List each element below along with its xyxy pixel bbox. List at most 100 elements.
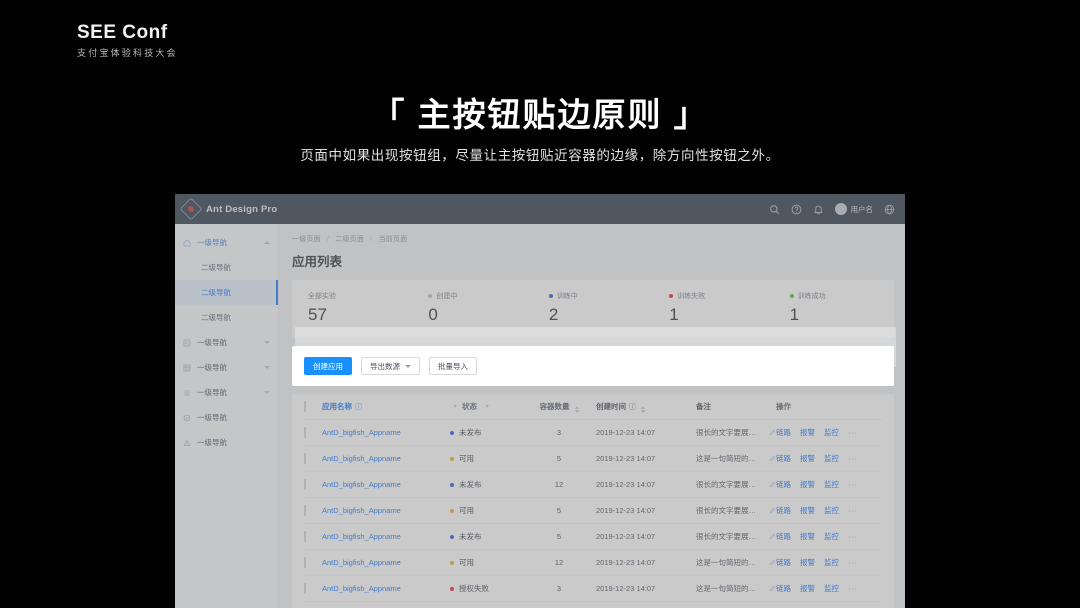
row-app-name[interactable]: AntD_bigfish_Appname [322, 532, 450, 541]
row-checkbox-cell[interactable] [304, 584, 322, 593]
edit-icon[interactable] [769, 585, 776, 592]
row-app-name[interactable]: AntD_bigfish_Appname [322, 428, 450, 437]
edit-icon[interactable] [769, 429, 776, 436]
table-row[interactable]: AntD_bigfish_Appname未发布32019-12-23 14:07… [304, 420, 882, 446]
row-app-name[interactable]: AntD_bigfish_Appname [322, 480, 450, 489]
row-checkbox-cell[interactable] [304, 428, 322, 437]
sidebar-item-6[interactable]: 一级导航 [175, 380, 278, 405]
table-row[interactable]: AntD_bigfish_Appname未发布52019-12-23 14:07… [304, 524, 882, 550]
export-data-button[interactable]: 导出数源 [361, 357, 420, 375]
sidebar-item-label: 二级导航 [201, 262, 231, 273]
row-checkbox-cell[interactable] [304, 506, 322, 515]
edit-icon[interactable] [769, 559, 776, 566]
row-action-monitor[interactable]: 监控 [824, 583, 839, 594]
edit-icon[interactable] [769, 455, 776, 462]
table-row[interactable]: AntD_bigfish_Appname可用52019-12-23 14:07很… [304, 498, 882, 524]
checkbox[interactable] [304, 401, 306, 412]
breadcrumb-item-1[interactable]: 二级页面 [335, 236, 364, 243]
row-action-monitor[interactable]: 监控 [824, 453, 839, 464]
sort-icon[interactable] [641, 406, 645, 413]
row-checkbox-cell[interactable] [304, 480, 322, 489]
row-action-link[interactable]: 链路 [776, 531, 791, 542]
sidebar-item-5[interactable]: 一级导航 [175, 355, 278, 380]
sidebar-item-7[interactable]: 一级导航 [175, 405, 278, 430]
help-circle-icon[interactable]: ⓘ [355, 404, 362, 411]
row-app-name[interactable]: AntD_bigfish_Appname [322, 584, 450, 593]
sidebar-item-4[interactable]: 一级导航 [175, 330, 278, 355]
table-row[interactable]: AntD_bigfish_Appname未发布122019-12-23 14:0… [304, 472, 882, 498]
row-action-monitor[interactable]: 监控 [824, 427, 839, 438]
row-checkbox-cell[interactable] [304, 532, 322, 541]
row-checkbox-cell[interactable] [304, 558, 322, 567]
checkbox[interactable] [304, 531, 306, 542]
filter-icon[interactable] [485, 405, 489, 408]
row-action-monitor[interactable]: 监控 [824, 505, 839, 516]
edit-icon[interactable] [769, 533, 776, 540]
breadcrumb-item-0[interactable]: 一级页面 [292, 236, 321, 243]
row-action-alarm[interactable]: 报警 [800, 583, 815, 594]
sidebar-item-2[interactable]: 二级导航 [175, 280, 278, 305]
table-row[interactable]: AntD_bigfish_Appname可用52019-12-23 14:07这… [304, 446, 882, 472]
edit-icon[interactable] [769, 507, 776, 514]
row-checkbox-cell[interactable] [304, 454, 322, 463]
row-action-link[interactable]: 链路 [776, 453, 791, 464]
help-circle-icon[interactable]: ⓘ [629, 404, 636, 411]
checkbox[interactable] [304, 453, 306, 464]
create-app-button[interactable]: 创建应用 [304, 357, 352, 375]
sort-icon[interactable] [575, 406, 579, 413]
checkbox[interactable] [304, 505, 306, 516]
row-container-count: 5 [522, 532, 596, 541]
sidebar-item-0[interactable]: 一级导航 [175, 230, 278, 255]
row-more-icon[interactable]: ··· [848, 428, 857, 437]
row-more-icon[interactable]: ··· [848, 532, 857, 541]
row-action-link[interactable]: 链路 [776, 479, 791, 490]
batch-import-button[interactable]: 批量导入 [429, 357, 477, 375]
row-container-count: 12 [522, 558, 596, 567]
row-more-icon[interactable]: ··· [848, 506, 857, 515]
row-created-time: 2019-12-23 14:07 [596, 584, 696, 593]
row-more-icon[interactable]: ··· [848, 480, 857, 489]
header-ops: 操作 [776, 401, 882, 412]
sidebar-item-1[interactable]: 二级导航 [175, 255, 278, 280]
table-row[interactable]: AntD_bigfish_Appname不可用52019-12-23 14:07… [304, 602, 882, 608]
filter-icon[interactable] [453, 405, 457, 408]
stat-label: 训练中 [549, 291, 653, 301]
header-note: 备注 [696, 401, 776, 412]
row-action-link[interactable]: 链路 [776, 557, 791, 568]
row-action-monitor[interactable]: 监控 [824, 557, 839, 568]
select-all-checkbox-cell[interactable] [304, 402, 322, 411]
row-action-alarm[interactable]: 报警 [800, 557, 815, 568]
table-row[interactable]: AntD_bigfish_Appname可用122019-12-23 14:07… [304, 550, 882, 576]
checkbox[interactable] [304, 427, 306, 438]
row-app-name[interactable]: AntD_bigfish_Appname [322, 558, 450, 567]
row-action-alarm[interactable]: 报警 [800, 453, 815, 464]
checkbox[interactable] [304, 557, 306, 568]
table-row[interactable]: AntD_bigfish_Appname授权失败32019-12-23 14:0… [304, 576, 882, 602]
stat-value: 1 [669, 305, 773, 325]
checkbox[interactable] [304, 479, 306, 490]
row-actions: 链路报警监控 ··· [776, 453, 882, 464]
row-action-monitor[interactable]: 监控 [824, 479, 839, 490]
row-action-alarm[interactable]: 报警 [800, 479, 815, 490]
edit-icon[interactable] [769, 481, 776, 488]
row-action-alarm[interactable]: 报警 [800, 427, 815, 438]
row-action-alarm[interactable]: 报警 [800, 531, 815, 542]
help-circle-icon[interactable] [791, 204, 802, 215]
bell-icon[interactable] [813, 204, 824, 215]
row-action-link[interactable]: 链路 [776, 505, 791, 516]
global-icon[interactable] [884, 204, 895, 215]
search-icon[interactable] [769, 204, 780, 215]
row-action-link[interactable]: 链路 [776, 583, 791, 594]
sidebar-item-8[interactable]: 一级导航 [175, 430, 278, 455]
user-menu[interactable]: 用户名 [835, 203, 874, 215]
row-app-name[interactable]: AntD_bigfish_Appname [322, 454, 450, 463]
row-action-alarm[interactable]: 报警 [800, 505, 815, 516]
row-more-icon[interactable]: ··· [848, 584, 857, 593]
row-action-link[interactable]: 链路 [776, 427, 791, 438]
sidebar-item-3[interactable]: 二级导航 [175, 305, 278, 330]
checkbox[interactable] [304, 583, 306, 594]
row-more-icon[interactable]: ··· [848, 454, 857, 463]
row-app-name[interactable]: AntD_bigfish_Appname [322, 506, 450, 515]
row-more-icon[interactable]: ··· [848, 558, 857, 567]
row-action-monitor[interactable]: 监控 [824, 531, 839, 542]
